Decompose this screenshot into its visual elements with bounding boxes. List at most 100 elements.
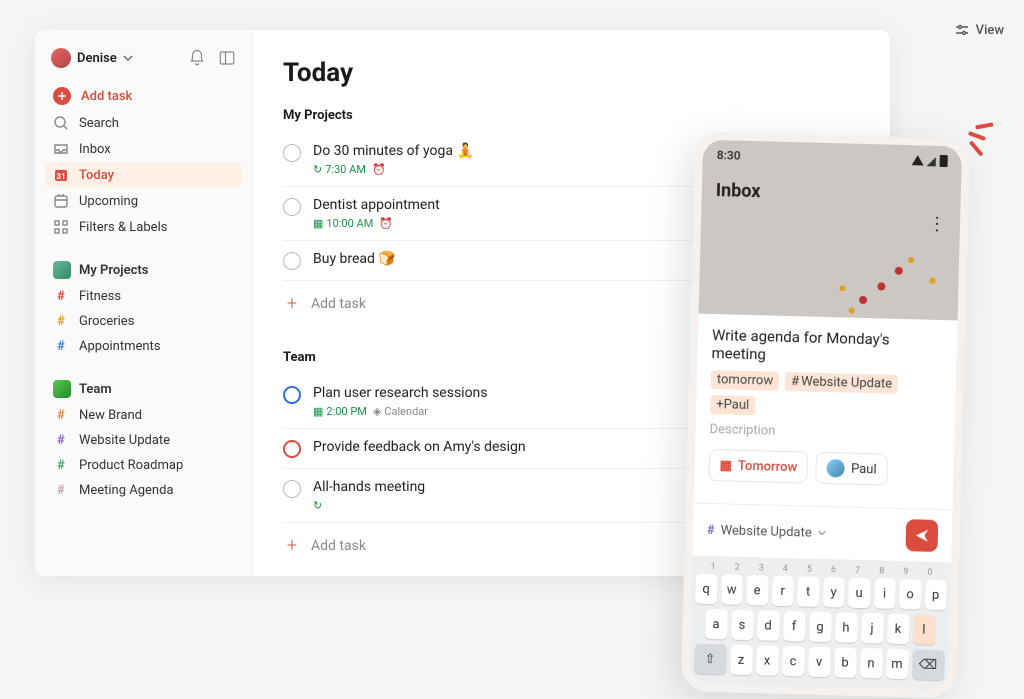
key-num-hint: 2 xyxy=(726,562,748,573)
text-chip[interactable]: tomorrow xyxy=(711,370,780,391)
task-checkbox[interactable] xyxy=(283,440,301,458)
project-label: Meeting Agenda xyxy=(79,483,174,498)
project-item[interactable]: #Product Roadmap xyxy=(45,453,242,478)
task-time: 10:00 AM xyxy=(326,217,373,230)
keyboard-key[interactable]: f xyxy=(783,611,806,642)
project-item[interactable]: #New Brand xyxy=(45,403,242,428)
keyboard-key[interactable]: g xyxy=(809,612,832,643)
project-item[interactable]: #Website Update xyxy=(45,428,242,453)
chevron-down-icon xyxy=(123,53,133,63)
task-checkbox[interactable] xyxy=(283,144,301,162)
keyboard-key[interactable]: q xyxy=(695,574,717,605)
keyboard-key[interactable]: p xyxy=(924,580,946,611)
nav-inbox[interactable]: Inbox xyxy=(45,136,242,162)
keyboard-key[interactable]: i xyxy=(873,578,895,609)
due-date-pill[interactable]: ▦ Tomorrow xyxy=(708,449,808,484)
backspace-key[interactable]: ⌫ xyxy=(912,649,945,680)
my-projects-title: My Projects xyxy=(79,263,148,278)
keyboard-key[interactable]: l xyxy=(913,614,936,645)
view-toggle[interactable]: View xyxy=(954,22,1004,38)
phone-project-selector[interactable]: # Website Update xyxy=(707,522,826,540)
keyboard-key[interactable]: k xyxy=(887,614,910,645)
keyboard-key[interactable]: z xyxy=(730,645,753,676)
project-label: Fitness xyxy=(79,289,121,304)
plus-icon: + xyxy=(283,535,301,556)
battery-icon xyxy=(940,155,948,167)
task-checkbox[interactable] xyxy=(283,386,301,404)
page-title: Today xyxy=(283,58,860,88)
inbox-icon xyxy=(53,141,69,157)
my-projects-header[interactable]: My Projects xyxy=(45,256,242,284)
project-label: Website Update xyxy=(79,433,170,448)
keyboard-key[interactable]: d xyxy=(757,610,780,641)
keyboard-key[interactable]: t xyxy=(797,576,819,607)
keyboard-key[interactable]: j xyxy=(861,613,884,644)
nav-today[interactable]: 31 Today xyxy=(45,162,242,188)
project-item[interactable]: # Fitness xyxy=(45,284,242,309)
calendar-icon: ▦ xyxy=(313,217,323,230)
phone-more-icon[interactable]: ⋮ xyxy=(928,214,947,235)
task-time: 2:00 PM xyxy=(326,405,366,418)
nav-filters[interactable]: Filters & Labels xyxy=(45,214,242,240)
keyboard-key[interactable]: x xyxy=(756,645,779,676)
nav-search[interactable]: Search xyxy=(45,110,242,136)
phone-mockup: 8:30 ◢ Inbox ⋮ Write agenda for Monday's… xyxy=(681,131,971,698)
send-icon xyxy=(914,527,930,543)
project-item[interactable]: #Appointments xyxy=(45,334,242,359)
keyboard-key[interactable]: v xyxy=(808,647,831,678)
task-checkbox[interactable] xyxy=(283,480,301,498)
team-header[interactable]: Team xyxy=(45,375,242,403)
project-item[interactable]: #Groceries xyxy=(45,309,242,334)
add-task-label: Add task xyxy=(311,538,366,554)
text-chip[interactable]: +Paul xyxy=(710,395,755,415)
assignee-pill[interactable]: Paul xyxy=(816,452,888,486)
sidebar: Denise Add task Search Inbox 31 Today xyxy=(35,30,253,576)
nav-upcoming[interactable]: Upcoming xyxy=(45,188,242,214)
key-num-hint: 1 xyxy=(702,562,724,573)
keyboard-key[interactable]: c xyxy=(782,646,805,677)
calendar-icon: ▦ xyxy=(719,458,732,473)
keyboard-key[interactable]: w xyxy=(721,574,743,605)
due-date-label: Tomorrow xyxy=(738,458,798,475)
keyboard-key[interactable]: y xyxy=(822,577,844,608)
svg-text:31: 31 xyxy=(56,172,65,181)
keyboard-key[interactable]: r xyxy=(771,576,793,607)
panel-icon[interactable] xyxy=(218,49,236,67)
keyboard-key[interactable]: o xyxy=(899,579,921,610)
map-decoration xyxy=(798,244,950,328)
hash-icon: # xyxy=(53,289,69,304)
phone-task-title[interactable]: Write agenda for Monday's meeting xyxy=(711,326,943,368)
chevron-down-icon xyxy=(818,529,826,537)
project-label: Groceries xyxy=(79,314,134,329)
project-item[interactable]: #Meeting Agenda xyxy=(45,478,242,503)
send-button[interactable] xyxy=(905,519,938,552)
keyboard-key[interactable]: e xyxy=(746,575,768,606)
keyboard-key[interactable]: h xyxy=(835,612,858,643)
keyboard-key[interactable]: a xyxy=(705,609,728,640)
add-task-button[interactable]: Add task xyxy=(45,82,242,110)
project-label: Product Roadmap xyxy=(79,458,183,473)
alarm-icon: ⏰ xyxy=(379,217,393,230)
phone-description[interactable]: Description xyxy=(709,422,940,443)
keyboard-key[interactable]: m xyxy=(886,649,909,680)
grid-icon xyxy=(53,219,69,235)
keyboard-key[interactable]: u xyxy=(848,578,870,609)
nav-filters-label: Filters & Labels xyxy=(79,220,167,235)
add-task-label: Add task xyxy=(311,296,366,312)
text-chip[interactable]: Website Update xyxy=(785,372,899,394)
shift-key[interactable]: ⇧ xyxy=(694,644,727,675)
keyboard-key[interactable]: s xyxy=(731,610,754,641)
task-checkbox[interactable] xyxy=(283,252,301,270)
nav-search-label: Search xyxy=(79,116,119,131)
keyboard-key[interactable]: n xyxy=(860,648,883,679)
key-num-hint: 4 xyxy=(774,564,796,575)
keyboard-key[interactable]: b xyxy=(834,647,857,678)
task-checkbox[interactable] xyxy=(283,198,301,216)
add-task-label: Add task xyxy=(81,89,132,104)
bell-icon[interactable] xyxy=(188,49,206,67)
user-menu[interactable]: Denise xyxy=(51,48,133,68)
user-name: Denise xyxy=(77,51,117,66)
sliders-icon xyxy=(954,22,970,38)
avatar xyxy=(51,48,71,68)
assignee-avatar xyxy=(827,459,845,477)
